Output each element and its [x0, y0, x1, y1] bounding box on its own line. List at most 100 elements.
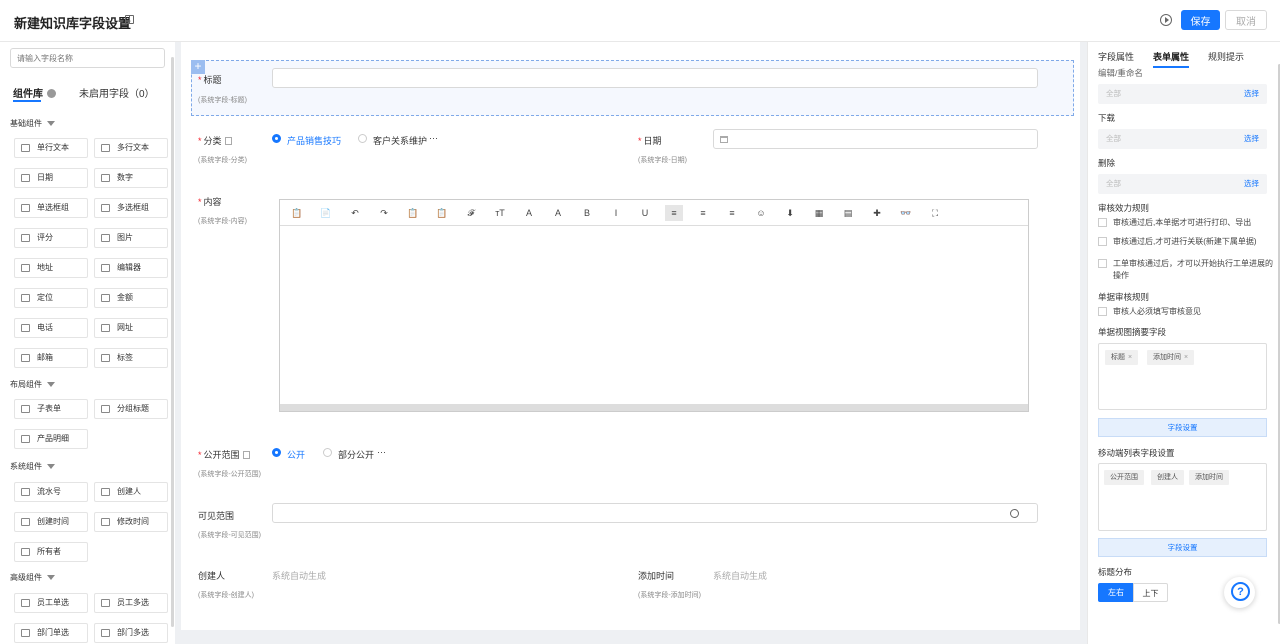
radio-public-1[interactable]: [272, 448, 281, 457]
toolbar-button[interactable]: 📋: [404, 205, 422, 221]
group-label: 高级组件: [10, 573, 42, 582]
component-item[interactable]: 流水号: [14, 482, 88, 502]
component-item[interactable]: 部门单选: [14, 623, 88, 643]
tab-field-props[interactable]: 字段属性: [1098, 50, 1134, 63]
toolbar-button[interactable]: ᴛT: [491, 205, 509, 221]
search-icon[interactable]: [1010, 509, 1019, 518]
doc-audit-opt[interactable]: 审核人必须填写审核意见: [1098, 306, 1274, 318]
component-item[interactable]: 分组标题: [94, 399, 168, 419]
mobile-field-setting-button[interactable]: 字段设置: [1098, 538, 1267, 557]
group-advanced[interactable]: 高级组件: [10, 572, 55, 583]
toolbar-button[interactable]: U: [636, 205, 654, 221]
component-item[interactable]: 多行文本: [94, 138, 168, 158]
toolbar-button[interactable]: ≡: [665, 205, 683, 221]
toolbar-button[interactable]: 📋: [288, 205, 306, 221]
help-icon[interactable]: [47, 89, 56, 98]
toolbar-button[interactable]: ↶: [346, 205, 364, 221]
component-item[interactable]: 单行文本: [14, 138, 88, 158]
more-options[interactable]: ···: [377, 447, 386, 457]
layout-top-bottom-button[interactable]: 上下: [1133, 583, 1168, 602]
component-item[interactable]: 部门多选: [94, 623, 168, 643]
component-item[interactable]: 金额: [94, 288, 168, 308]
component-item[interactable]: 子表单: [14, 399, 88, 419]
component-item[interactable]: 定位: [14, 288, 88, 308]
audit-opt-3[interactable]: 工单审核通过后，才可以开始执行工单进展的操作: [1098, 258, 1274, 282]
doc-audit-label: 单据审核规则: [1098, 292, 1150, 302]
audit-opt-1[interactable]: 审核通过后,本单据才可进行打印、导出: [1098, 217, 1274, 229]
field-search-input[interactable]: [10, 48, 165, 68]
radio-public-2[interactable]: [323, 448, 332, 457]
tab-disabled-fields[interactable]: 未启用字段（0）: [79, 85, 155, 100]
group-basic[interactable]: 基础组件: [10, 118, 55, 129]
toolbar-button[interactable]: ✚: [868, 205, 886, 221]
layout-left-right-button[interactable]: 左右: [1098, 583, 1134, 602]
toolbar-button[interactable]: ▦: [810, 205, 828, 221]
audit-opt-2[interactable]: 审核通过后,才可进行关联(新建下属单据): [1098, 236, 1274, 248]
visible-input[interactable]: [272, 503, 1038, 523]
toolbar-button[interactable]: ⬇: [781, 205, 799, 221]
component-item[interactable]: 修改时间: [94, 512, 168, 532]
toolbar-button[interactable]: ↷: [375, 205, 393, 221]
toolbar-button[interactable]: 𝓕: [462, 205, 480, 221]
save-button[interactable]: 保存: [1181, 10, 1220, 30]
toolbar-button[interactable]: ☺: [752, 205, 770, 221]
more-options[interactable]: ···: [429, 133, 438, 143]
component-item[interactable]: 编辑器: [94, 258, 168, 278]
help-icon[interactable]: [1224, 577, 1255, 608]
toolbar-button[interactable]: ⛶: [926, 205, 944, 221]
toolbar-button[interactable]: ▤: [839, 205, 857, 221]
component-item[interactable]: 电话: [14, 318, 88, 338]
rich-text-editor[interactable]: 📋 📄 ↶ ↷ 📋 📋 𝓕ᴛT A A B I U ≡ ≡ ≡ ☺ ⬇ ▦ ▤ ✚ 👓 ⛶: [279, 199, 1029, 412]
toolbar-button[interactable]: 👓: [897, 205, 915, 221]
delete-select[interactable]: 全部 选择: [1098, 174, 1267, 194]
component-icon: [21, 599, 30, 607]
layout-icon[interactable]: [125, 15, 134, 24]
component-item[interactable]: 评分: [14, 228, 88, 248]
group-system[interactable]: 系统组件: [10, 461, 55, 472]
toolbar-button[interactable]: ≡: [723, 205, 741, 221]
component-item[interactable]: 单选框组: [14, 198, 88, 218]
toolbar-button[interactable]: ≡: [694, 205, 712, 221]
toolbar-button[interactable]: I: [607, 205, 625, 221]
radio-category-2[interactable]: [358, 134, 367, 143]
component-item[interactable]: 创建时间: [14, 512, 88, 532]
cancel-button[interactable]: 取消: [1225, 10, 1267, 30]
component-item[interactable]: 员工单选: [14, 593, 88, 613]
summary-field-setting-button[interactable]: 字段设置: [1098, 418, 1267, 437]
editor-resize-bar[interactable]: [280, 404, 1028, 411]
download-select[interactable]: 全部 选择: [1098, 129, 1267, 149]
toolbar-button[interactable]: B: [578, 205, 596, 221]
tag-addtime: 添加时间 ×: [1147, 350, 1195, 365]
mobile-tagbox[interactable]: 公开范围 创建人 添加时间: [1098, 463, 1267, 531]
radio-category-1[interactable]: [272, 134, 281, 143]
toolbar-button[interactable]: A: [520, 205, 538, 221]
component-item[interactable]: 数字: [94, 168, 168, 188]
title-input[interactable]: [272, 68, 1038, 88]
preview-icon[interactable]: [1160, 14, 1172, 26]
component-item[interactable]: 地址: [14, 258, 88, 278]
component-item[interactable]: 邮箱: [14, 348, 88, 368]
date-input[interactable]: [713, 129, 1038, 149]
component-item[interactable]: 标签: [94, 348, 168, 368]
edit-select[interactable]: 全部 选择: [1098, 84, 1267, 104]
component-item[interactable]: 图片: [94, 228, 168, 248]
component-item[interactable]: 所有者: [14, 542, 88, 562]
left-scrollbar[interactable]: [171, 57, 174, 627]
tab-form-props[interactable]: 表单属性: [1153, 50, 1190, 68]
summary-tagbox[interactable]: 标题 × 添加时间 ×: [1098, 343, 1267, 410]
component-item[interactable]: 网址: [94, 318, 168, 338]
component-item[interactable]: 多选框组: [94, 198, 168, 218]
toolbar-button[interactable]: 📋: [433, 205, 451, 221]
tab-rule-hint[interactable]: 规则提示: [1208, 50, 1244, 63]
group-layout[interactable]: 布局组件: [10, 379, 55, 390]
tag-creator: 创建人: [1151, 470, 1184, 485]
toolbar-button[interactable]: 📄: [317, 205, 335, 221]
component-item[interactable]: 产品明细: [14, 429, 88, 449]
component-item[interactable]: 日期: [14, 168, 88, 188]
component-item[interactable]: 创建人: [94, 482, 168, 502]
toolbar-button[interactable]: A: [549, 205, 567, 221]
tab-component-library[interactable]: 组件库: [13, 85, 56, 102]
public-opt2: 部分公开: [338, 450, 375, 460]
component-item[interactable]: 员工多选: [94, 593, 168, 613]
drag-handle-icon[interactable]: +: [191, 60, 205, 74]
